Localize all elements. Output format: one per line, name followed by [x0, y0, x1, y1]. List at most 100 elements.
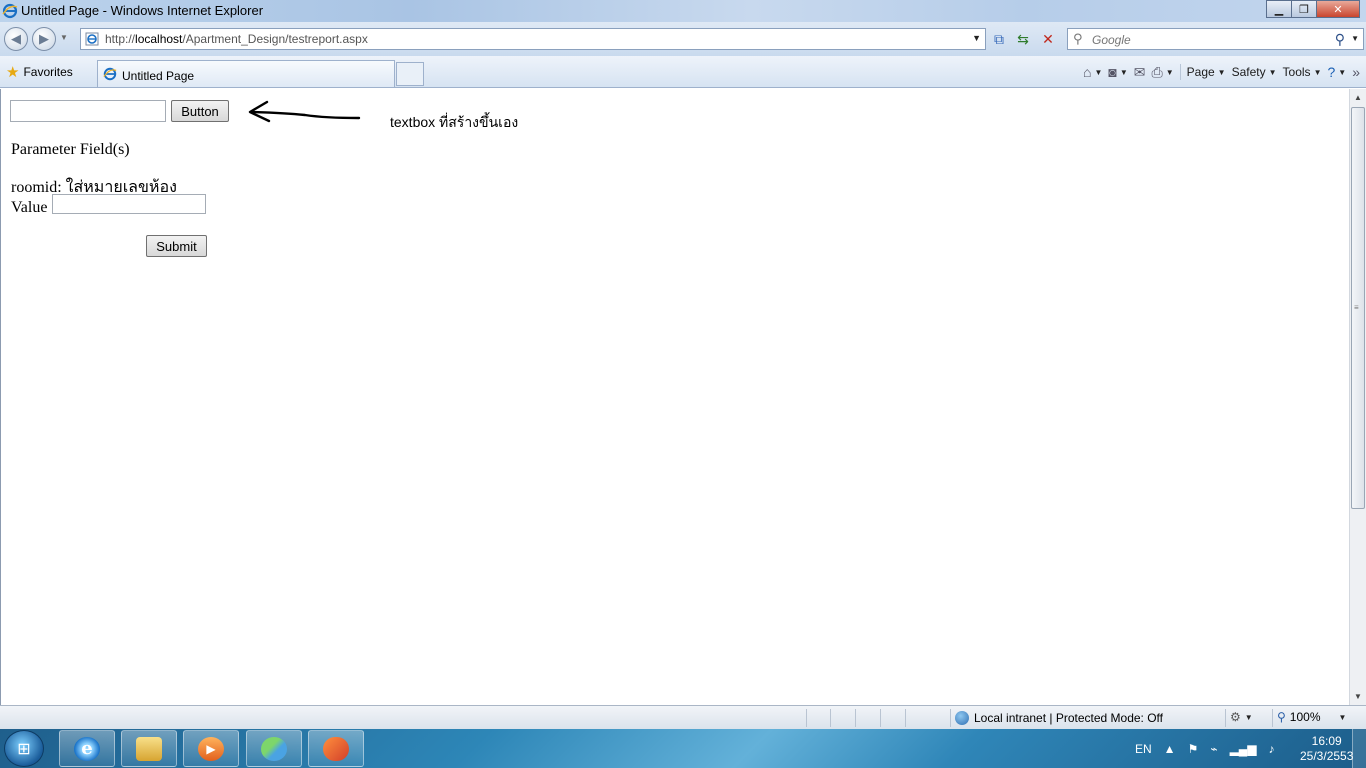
submit-button[interactable]: Submit — [146, 235, 207, 257]
ie-logo-icon — [2, 3, 18, 19]
minimize-button[interactable]: ▁ — [1266, 0, 1292, 18]
system-clock[interactable]: 16:09 25/3/2553 — [1300, 734, 1353, 764]
tab-label: Untitled Page — [122, 69, 195, 83]
status-bar: Local intranet | Protected Mode: Off ⚙ ▼… — [0, 705, 1366, 729]
feeds-button[interactable]: ◙ ▼ — [1108, 64, 1127, 80]
forward-button[interactable]: ▶ — [32, 27, 56, 51]
visual-studio-icon — [323, 736, 349, 761]
home-icon: ⌂ — [1083, 64, 1092, 80]
chevron-down-icon: ▼ — [1244, 712, 1253, 722]
taskbar-messenger[interactable] — [246, 730, 302, 767]
navigation-bar: ◀ ▶ ▼ http://localhost/Apartment_Design/… — [0, 22, 1366, 56]
zoom-control[interactable]: ⚲ 100% ▼ — [1277, 710, 1346, 724]
show-hidden-icons-icon[interactable]: ▲ — [1164, 742, 1176, 756]
stop-button[interactable]: ✕ — [1037, 28, 1059, 50]
addon-status-button[interactable]: ⚙ ▼ — [1230, 710, 1253, 724]
restore-button[interactable]: ❐ — [1291, 0, 1317, 18]
compatibility-view-icon: ⧉ — [994, 30, 1004, 47]
taskbar-visual-studio[interactable] — [308, 730, 364, 767]
chevron-down-icon: ▼ — [1338, 712, 1347, 722]
help-icon: ? — [1327, 64, 1336, 80]
window-title-bar[interactable]: Untitled Page - Windows Internet Explore… — [0, 0, 1366, 22]
url-host: localhost — [135, 32, 183, 46]
taskbar-windows-explorer[interactable] — [121, 730, 177, 767]
windows-taskbar: ⊞ e ▶ EN ▲ ⚑ ⌁ ▂▄▆ ♪ 16:09 25/3/2553 — [0, 729, 1366, 768]
back-button[interactable]: ◀ — [4, 27, 28, 51]
status-divider — [806, 709, 807, 727]
taskbar-media-player[interactable]: ▶ — [183, 730, 239, 767]
tab-untitled-page[interactable]: Untitled Page — [97, 60, 395, 87]
page-content: Button textbox ที่สร้างขึ้นเอง Parameter… — [0, 89, 1349, 705]
security-zone[interactable]: Local intranet | Protected Mode: Off — [955, 711, 1163, 725]
status-divider — [1225, 709, 1226, 727]
address-dropdown-icon[interactable]: ▼ — [972, 33, 981, 43]
parameter-fields-title: Parameter Field(s) — [11, 141, 130, 158]
network-signal-icon[interactable]: ▂▄▆ — [1230, 742, 1257, 756]
scroll-up-icon[interactable]: ▲ — [1354, 93, 1362, 102]
url-prefix: http:// — [105, 32, 136, 46]
zoom-level: 100% — [1289, 710, 1321, 724]
chevron-down-icon: ▼ — [1119, 67, 1128, 77]
chevron-down-icon: ▼ — [1094, 67, 1103, 77]
windows-logo-icon: ⊞ — [17, 740, 31, 758]
chevron-down-icon: ▼ — [1313, 67, 1322, 77]
printer-icon: ⎙ — [1151, 63, 1163, 80]
read-mail-button[interactable]: ✉ — [1134, 64, 1146, 81]
status-divider — [905, 709, 906, 727]
annotation-arrow-icon — [248, 100, 361, 123]
more-commands-button[interactable]: » — [1352, 64, 1360, 80]
internet-explorer-icon: e — [74, 736, 100, 761]
addon-icon: ⚙ — [1230, 710, 1241, 724]
clock-date: 25/3/2553 — [1300, 749, 1354, 763]
forward-arrow-icon: ▶ — [39, 31, 49, 46]
status-divider — [855, 709, 856, 727]
language-indicator[interactable]: EN — [1135, 742, 1152, 756]
search-options-dropdown[interactable]: ▼ — [1351, 34, 1359, 43]
refresh-icon: ⇆ — [1017, 30, 1029, 47]
status-divider — [880, 709, 881, 727]
start-button[interactable]: ⊞ — [4, 730, 44, 767]
url-path: /Apartment_Design/testreport.aspx — [182, 32, 368, 46]
page-menu[interactable]: Page ▼ — [1187, 65, 1226, 79]
custom-button[interactable]: Button — [171, 100, 229, 122]
search-input[interactable]: ⚲ Google ⚲ ▼ — [1067, 28, 1364, 50]
tools-menu[interactable]: Tools ▼ — [1283, 65, 1322, 79]
vertical-scrollbar[interactable]: ▲ ≡ ▼ — [1349, 89, 1366, 705]
search-icon[interactable]: ⚲ — [1335, 31, 1345, 48]
folder-icon — [136, 736, 162, 761]
annotation-text: textbox ที่สร้างขึ้นเอง — [390, 114, 519, 130]
chevron-down-icon: ▼ — [1217, 67, 1226, 77]
custom-textbox[interactable] — [10, 100, 166, 122]
print-button[interactable]: ⎙ ▼ — [1152, 64, 1174, 81]
status-divider — [950, 709, 951, 727]
favorites-button[interactable]: ★ Favorites — [6, 62, 73, 82]
status-divider — [830, 709, 831, 727]
page-menu-label: Page — [1186, 65, 1215, 79]
show-desktop-button[interactable] — [1352, 729, 1366, 768]
help-menu[interactable]: ? ▼ — [1327, 64, 1346, 80]
volume-icon[interactable]: ♪ — [1269, 742, 1275, 756]
chevron-down-icon: ▼ — [1338, 67, 1347, 77]
new-tab-button[interactable] — [396, 62, 424, 86]
zoom-magnifier-icon: ⚲ — [1277, 710, 1286, 724]
taskbar-internet-explorer[interactable]: e — [59, 730, 115, 767]
address-bar[interactable]: http://localhost/Apartment_Design/testre… — [80, 28, 986, 50]
scroll-down-icon[interactable]: ▼ — [1354, 692, 1362, 701]
stop-icon: ✕ — [1042, 30, 1054, 47]
ie-page-icon — [85, 32, 99, 46]
action-center-flag-icon[interactable]: ⚑ — [1188, 742, 1199, 756]
recent-pages-dropdown[interactable]: ▼ — [60, 33, 68, 42]
mail-icon: ✉ — [1133, 63, 1146, 80]
compatibility-view-button[interactable]: ⧉ — [988, 28, 1010, 50]
safety-menu[interactable]: Safety ▼ — [1232, 65, 1277, 79]
favorites-label: Favorites — [23, 65, 73, 79]
power-plug-icon[interactable]: ⌁ — [1210, 742, 1217, 756]
value-input[interactable] — [52, 194, 206, 214]
back-arrow-icon: ◀ — [11, 31, 21, 46]
value-label: Value — [11, 199, 48, 216]
clock-time: 16:09 — [1311, 734, 1342, 748]
home-button[interactable]: ⌂ ▼ — [1083, 64, 1102, 80]
favorites-star-icon: ★ — [6, 64, 20, 81]
close-window-button[interactable]: ✕ — [1316, 0, 1360, 18]
refresh-button[interactable]: ⇆ — [1012, 28, 1034, 50]
